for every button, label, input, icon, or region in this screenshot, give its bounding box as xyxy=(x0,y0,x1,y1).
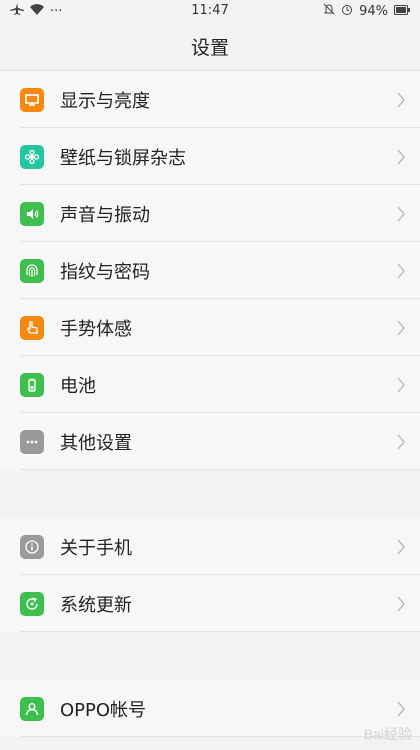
sound-icon xyxy=(20,201,44,226)
settings-item-label: 电池 xyxy=(60,375,96,397)
chevron-right-icon xyxy=(390,700,412,718)
settings-item-label: 手势体感 xyxy=(60,318,132,340)
settings-item-label: 关于手机 xyxy=(60,537,132,559)
settings-item-label: 系统更新 xyxy=(60,594,132,616)
gesture-icon xyxy=(20,315,44,340)
chevron-right-icon xyxy=(390,319,412,337)
battery-icon xyxy=(20,372,44,397)
fingerprint-icon xyxy=(20,258,44,283)
settings-item-update[interactable]: 系统更新 xyxy=(0,575,420,632)
settings-item-gesture[interactable]: 手势体感 xyxy=(0,299,420,356)
settings-group-3: OPPO帐号 xyxy=(0,680,420,737)
settings-group-2: 关于手机 系统更新 xyxy=(0,518,420,632)
watermark: Bai经验 xyxy=(363,726,412,742)
more-icon xyxy=(20,429,44,454)
info-icon xyxy=(20,534,44,559)
settings-item-fingerprint[interactable]: 指纹与密码 xyxy=(0,242,420,299)
settings-item-other[interactable]: 其他设置 xyxy=(0,413,420,470)
chevron-right-icon xyxy=(390,595,412,613)
settings-item-sound[interactable]: 声音与振动 xyxy=(0,185,420,242)
settings-item-label: OPPO帐号 xyxy=(60,699,147,721)
settings-item-label: 壁纸与锁屏杂志 xyxy=(60,147,186,169)
settings-item-label: 显示与亮度 xyxy=(60,90,150,112)
chevron-right-icon xyxy=(390,433,412,451)
status-bar: ··· 11:47 94% xyxy=(0,0,420,22)
status-time: 11:47 xyxy=(191,3,229,18)
settings-item-battery[interactable]: 电池 xyxy=(0,356,420,413)
settings-item-label: 声音与振动 xyxy=(60,204,150,226)
page-title: 设置 xyxy=(0,22,420,71)
update-icon xyxy=(20,591,44,616)
chevron-right-icon xyxy=(390,538,412,556)
chevron-right-icon xyxy=(390,148,412,166)
settings-item-label: 指纹与密码 xyxy=(60,261,150,283)
display-icon xyxy=(20,87,44,112)
wallpaper-icon xyxy=(20,144,44,169)
chevron-right-icon xyxy=(390,262,412,280)
account-icon xyxy=(20,696,44,721)
settings-item-account[interactable]: OPPO帐号 xyxy=(0,680,420,737)
settings-item-display[interactable]: 显示与亮度 xyxy=(0,71,420,128)
settings-group-1: 显示与亮度 壁纸与锁屏杂志 声音与振动 指纹与密码 手势体感 电池 其他设置 xyxy=(0,71,420,470)
chevron-right-icon xyxy=(390,205,412,223)
chevron-right-icon xyxy=(390,91,412,109)
chevron-right-icon xyxy=(390,376,412,394)
settings-item-wallpaper[interactable]: 壁纸与锁屏杂志 xyxy=(0,128,420,185)
settings-item-about[interactable]: 关于手机 xyxy=(0,518,420,575)
settings-item-label: 其他设置 xyxy=(60,432,132,454)
